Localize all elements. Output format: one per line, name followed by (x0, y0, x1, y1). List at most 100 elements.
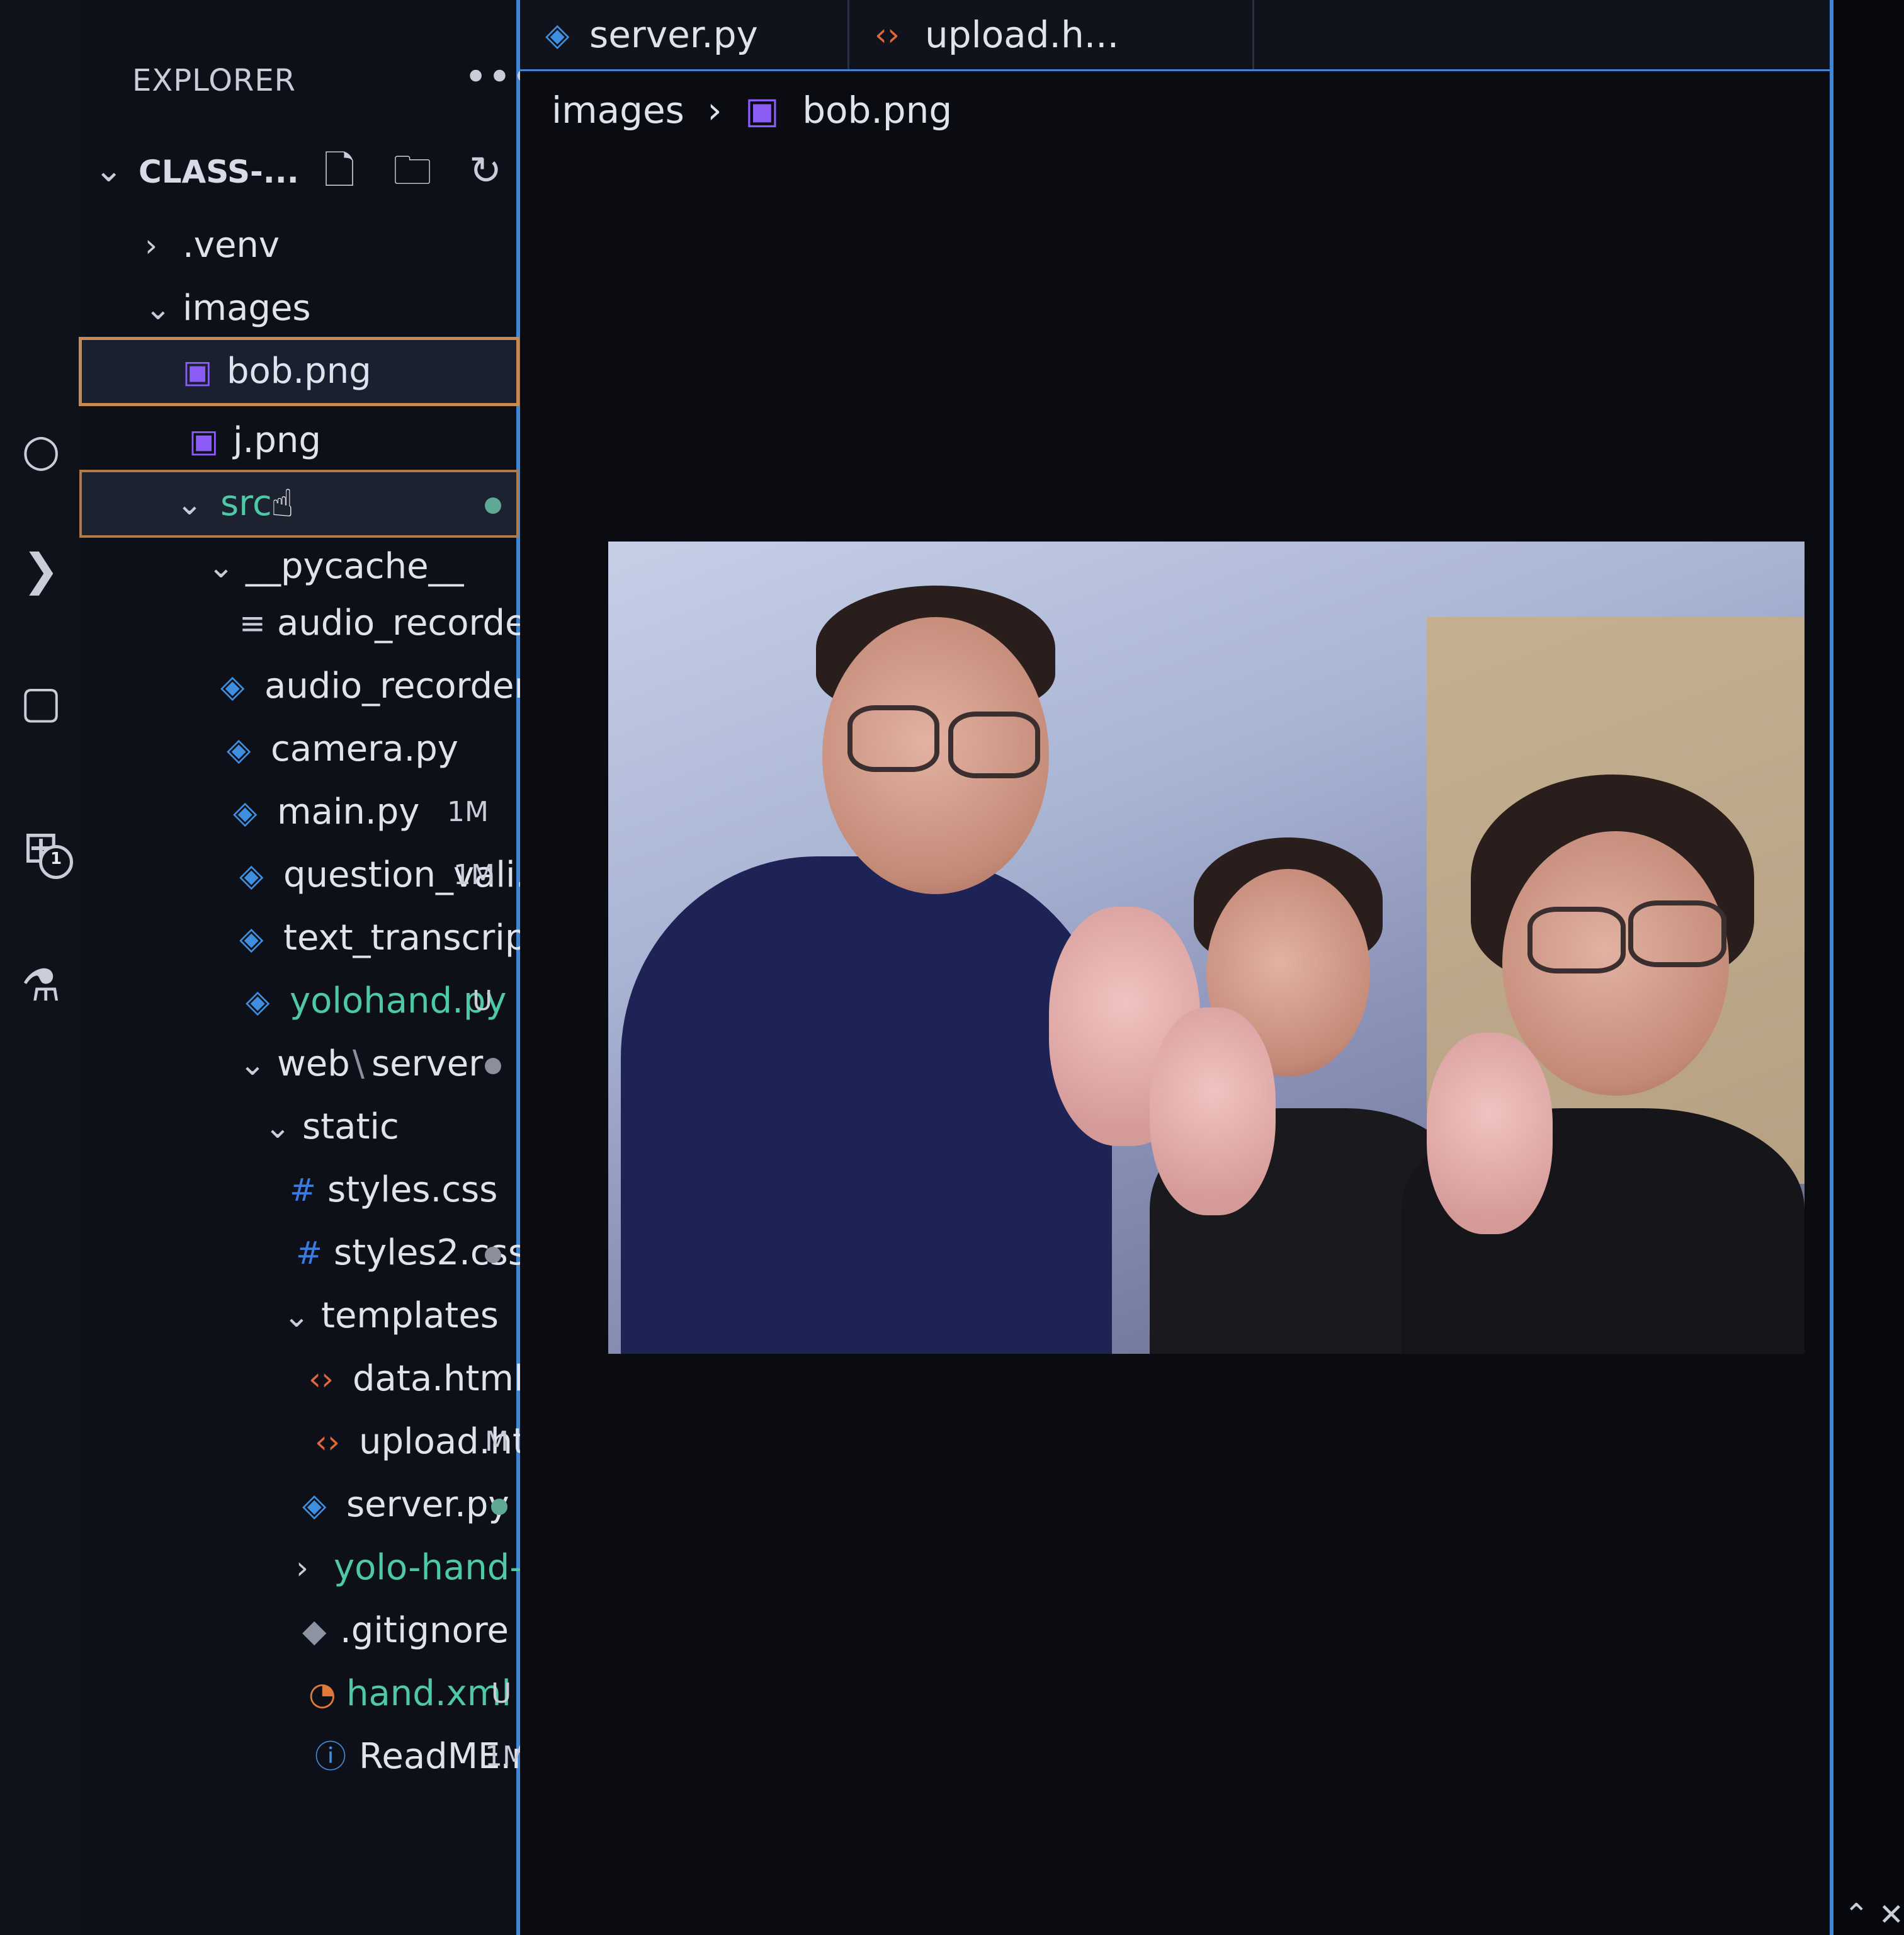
tree-item-camera-py[interactable]: ◈ camera.py (82, 718, 516, 781)
info-file-icon: ⓘ (315, 1739, 346, 1775)
explorer-title: EXPLORER (132, 63, 296, 98)
chevron-down-icon: ⌄ (145, 290, 171, 327)
chevron-down-icon: ⌄ (176, 485, 203, 522)
tree-item-audio-recorder-py[interactable]: ◈ audio_recorder.py (82, 655, 580, 718)
project-name: CLASS-... (139, 154, 299, 190)
tree-item-yolohand-py[interactable]: ◈ yolohand.py U (82, 970, 516, 1033)
tree-item-label: j.png (233, 420, 321, 461)
new-file-icon[interactable]: 🗋 (315, 146, 364, 195)
html-file-icon: ‹› (875, 16, 900, 53)
run-debug-icon[interactable]: ▢ (13, 674, 69, 730)
tab-label: server.py (589, 13, 758, 56)
tree-item-question-validation-py[interactable]: ◈ question_vali... 1M (82, 844, 549, 907)
html-file-icon: ‹› (309, 1361, 334, 1397)
chevron-down-icon: ⌄ (264, 1109, 291, 1145)
tree-item-yolo-hand-detection[interactable]: › yolo-hand-dete... (82, 1536, 635, 1599)
new-folder-icon[interactable]: 🗀 (388, 146, 437, 195)
python-file-icon: ◈ (227, 731, 251, 768)
tree-item-gitignore[interactable]: ◆ .gitignore (82, 1599, 516, 1662)
tree-item-readme-md[interactable]: ⓘ ReadME.md 1M (82, 1725, 568, 1788)
tab-server-py[interactable]: ◈ server.py (520, 0, 849, 69)
activity-bar: ○ ❯ ▢ ⊞ 1 ⚗ (0, 0, 82, 1935)
tree-item-label: templates (321, 1295, 499, 1336)
tree-item-hand-xml[interactable]: ◔ hand.xml U (82, 1662, 516, 1725)
tree-item-main-py[interactable]: ◈ main.py 1M (82, 781, 516, 844)
tree-item-styles2-css[interactable]: # styles2.css (82, 1222, 526, 1285)
image-file-icon: ▣ (744, 89, 779, 132)
source-control-icon[interactable]: ❯ (13, 542, 69, 598)
refresh-icon[interactable]: ↻ (461, 146, 510, 195)
tree-item-styles-css[interactable]: # styles.css (82, 1159, 516, 1222)
person-left-shirt (621, 856, 1112, 1354)
tree-item-bob-png[interactable]: ▣ bob.png (79, 337, 519, 406)
person-right-glasses-2 (1628, 900, 1726, 967)
python-file-icon: ◈ (545, 16, 570, 53)
person-right-glasses (1527, 907, 1626, 973)
tree-item-venv[interactable]: › .venv (82, 214, 516, 277)
html-file-icon: ‹› (315, 1424, 340, 1460)
extensions-icon[interactable]: ⊞ 1 (13, 819, 73, 879)
rss-file-icon: ◔ (309, 1676, 336, 1712)
project-root-row[interactable]: ⌄ CLASS-... 🗋 🗀 ↻ ⧉ (94, 146, 573, 203)
modified-dot (491, 1499, 507, 1515)
git-file-icon: ◆ (302, 1613, 327, 1649)
person-left-glasses-2 (948, 712, 1040, 778)
path-separator: \ (353, 1043, 365, 1084)
css-file-icon: # (296, 1235, 322, 1271)
peace-sign-hand-middle (1150, 1007, 1276, 1215)
tree-item-label: styles.css (327, 1169, 498, 1210)
image-preview (608, 542, 1805, 1354)
git-status-badge: 1M (447, 796, 489, 828)
explorer-header: EXPLORER ••• (132, 54, 535, 113)
chevron-down-icon: ⌄ (239, 1046, 266, 1082)
tree-item-label: bob.png (227, 351, 371, 392)
python-file-icon: ◈ (233, 794, 258, 831)
breadcrumb-file[interactable]: bob.png (802, 89, 952, 132)
tree-item-upload-html[interactable]: ‹› upload.html M (82, 1410, 570, 1473)
tree-item-src[interactable]: ⌄ src ☝ (79, 470, 519, 538)
breadcrumb-folder[interactable]: images (552, 89, 684, 132)
css-file-icon: # (290, 1172, 316, 1208)
pointer-cursor-icon: ☝ (271, 482, 294, 526)
tree-item-templates[interactable]: ⌄ templates (82, 1285, 516, 1348)
tab-label: upload.h... (925, 13, 1119, 56)
peace-sign-hand-right (1427, 1033, 1553, 1234)
screen: ○ ❯ ▢ ⊞ 1 ⚗ EXPLORER ••• ⌄ CLASS-... 🗋 🗀… (0, 0, 1904, 1935)
testing-flask-icon[interactable]: ⚗ (13, 957, 69, 1014)
chevron-right-icon: › (296, 1550, 309, 1586)
modified-dot (485, 1247, 501, 1263)
git-status-badge: U (491, 1677, 512, 1710)
tree-item-pycache[interactable]: ⌄ __pycache__ (82, 535, 516, 598)
tree-item-static[interactable]: ⌄ static (82, 1096, 516, 1159)
editor-area: ◈ server.py ‹› upload.h... images › ▣ bo… (520, 0, 1833, 1935)
window-controls: ⌃ ✕ (1715, 1897, 1904, 1935)
search-icon[interactable]: ○ (13, 422, 69, 479)
tree-item-data-html[interactable]: ‹› data.html (82, 1348, 524, 1410)
image-file-icon: ▣ (189, 423, 219, 459)
tree-item-label: .venv (183, 225, 280, 266)
tree-item-label: .gitignore (340, 1610, 509, 1651)
tree-item-images[interactable]: ⌄ images (82, 277, 516, 340)
tree-item-label: web (277, 1043, 350, 1084)
tree-item-label: images (183, 288, 311, 329)
tree-item-web-server[interactable]: ⌄ web \ server (82, 1033, 516, 1096)
git-status-badge: 1M (453, 859, 495, 891)
tab-upload-html[interactable]: ‹› upload.h... (849, 0, 1254, 69)
tree-item-label: main.py (277, 792, 420, 832)
tree-item-j-png[interactable]: ▣ j.png (82, 409, 516, 472)
tree-item-server-py[interactable]: ◈ server.py (82, 1473, 516, 1536)
tree-item-label: static (302, 1106, 399, 1147)
modified-dot (485, 497, 501, 514)
python-file-icon: ◈ (239, 857, 264, 894)
tree-item-audio-recorder-cpython[interactable]: ≡ audio_recorder.cpy... (82, 592, 640, 655)
tree-item-label: hand.xml (346, 1673, 511, 1714)
python-file-icon: ◈ (239, 920, 264, 956)
close-icon[interactable]: ✕ (1879, 1897, 1904, 1932)
chevron-up-icon[interactable]: ⌃ (1844, 1897, 1869, 1932)
tree-item-label: camera.py (271, 729, 458, 769)
git-status-badge: M (485, 1426, 509, 1458)
chevron-right-icon: › (145, 227, 157, 264)
tree-item-label: data.html (353, 1358, 524, 1399)
chevron-down-icon: ⌄ (94, 150, 123, 190)
tree-item-text-transcription-py[interactable]: ◈ text_transcription.py (82, 907, 649, 970)
